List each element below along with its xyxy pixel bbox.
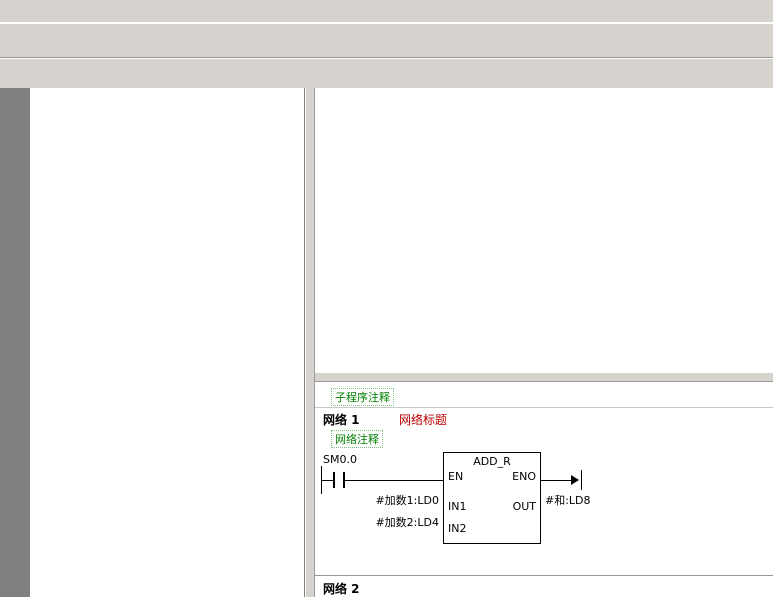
- continuation-bar: [581, 470, 582, 490]
- contact-operand[interactable]: SM0.0: [315, 454, 365, 466]
- contact-icon[interactable]: [333, 472, 335, 488]
- column-ruler: [321, 89, 773, 102]
- ladder-editor[interactable]: 子程序注释 网络 1 网络标题 网络注释 SM0.0 ADD_R EN ENO …: [315, 382, 773, 597]
- pin-out: OUT: [513, 501, 536, 512]
- pin-in1: IN1: [448, 501, 466, 512]
- menu-bar: [0, 0, 773, 23]
- network1-title[interactable]: 网络标题: [399, 411, 447, 428]
- main-area: 子程序注释 网络 1 网络标题 网络注释 SM0.0 ADD_R EN ENO …: [0, 88, 773, 597]
- in1-operand[interactable]: #加数1:LD0: [345, 495, 439, 507]
- continuation-arrow-icon: [571, 475, 579, 485]
- network1-label: 网络 1: [323, 411, 360, 428]
- pin-in2: IN2: [448, 523, 466, 534]
- toolbar-main: [0, 23, 773, 58]
- vertical-splitter[interactable]: [305, 88, 315, 597]
- pin-eno: ENO: [512, 471, 536, 482]
- wire: [540, 480, 571, 481]
- wire: [345, 480, 443, 481]
- out-operand[interactable]: #和:LD8: [545, 495, 591, 507]
- in2-operand[interactable]: #加数2:LD4: [345, 517, 439, 529]
- pin-en: EN: [448, 471, 463, 482]
- navigation-bar: [0, 88, 30, 597]
- network-separator: [315, 407, 773, 408]
- editor-region: 子程序注释 网络 1 网络标题 网络注释 SM0.0 ADD_R EN ENO …: [315, 88, 773, 597]
- wire: [321, 480, 333, 481]
- network-separator: [315, 575, 773, 576]
- network2-label: 网络 2: [323, 580, 360, 597]
- box-title: ADD_R: [444, 455, 540, 468]
- subroutine-comment[interactable]: 子程序注释: [331, 388, 394, 406]
- network-comment[interactable]: 网络注释: [331, 430, 383, 448]
- project-tree: [30, 88, 305, 597]
- local-variable-table-panel: [315, 88, 773, 372]
- add-r-box[interactable]: ADD_R EN ENO IN1 IN2 OUT: [443, 452, 541, 544]
- horizontal-splitter[interactable]: [315, 372, 773, 382]
